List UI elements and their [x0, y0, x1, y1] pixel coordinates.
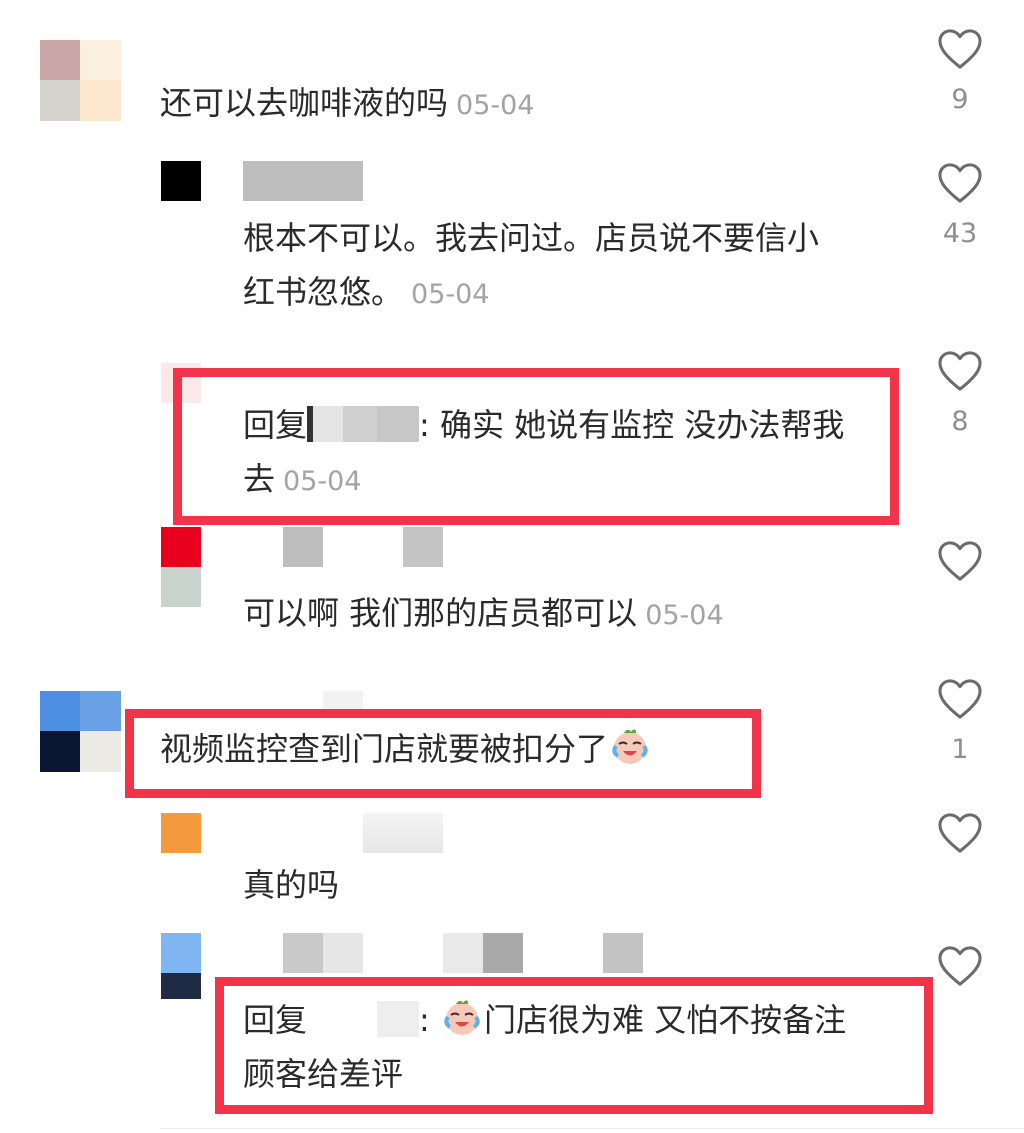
heart-outline-icon[interactable] [937, 812, 983, 854]
avatar[interactable] [40, 691, 121, 772]
comment-text: 真的吗 [243, 866, 340, 904]
username-blurred[interactable] [363, 813, 443, 853]
comment-date: 05-04 [411, 279, 490, 310]
heart-outline-icon[interactable] [937, 678, 983, 720]
divider [160, 1128, 1024, 1129]
like-count: 43 [942, 218, 978, 249]
highlight-box [173, 368, 899, 525]
comment-date: 05-04 [645, 600, 724, 631]
avatar[interactable] [161, 161, 201, 201]
username-blurred[interactable] [283, 527, 323, 567]
heart-outline-icon[interactable] [937, 540, 983, 582]
avatar[interactable] [161, 813, 201, 853]
username-blurred[interactable] [443, 933, 523, 973]
username-blurred[interactable] [603, 933, 643, 973]
heart-outline-icon[interactable] [937, 162, 983, 204]
comment-text: 还可以去咖啡液的吗 05-04 [160, 84, 535, 122]
comment-date: 05-04 [456, 90, 535, 121]
comment-text: 根本不可以。我去问过。店员说不要信小 红书忽悠。 05-04 [243, 219, 820, 311]
username-blurred[interactable] [243, 161, 363, 201]
heart-outline-icon[interactable] [937, 28, 983, 70]
avatar[interactable] [161, 933, 201, 999]
like-count: 1 [951, 734, 969, 765]
highlight-box [125, 709, 761, 798]
comment-text: 可以啊 我们那的店员都可以 05-04 [243, 594, 724, 632]
like-count: 9 [951, 84, 969, 115]
heart-outline-icon[interactable] [937, 350, 983, 392]
heart-outline-icon[interactable] [937, 945, 983, 987]
username-blurred[interactable] [283, 933, 363, 973]
avatar[interactable] [161, 527, 201, 607]
highlight-box [215, 977, 933, 1114]
username-blurred[interactable] [403, 527, 443, 567]
like-count: 8 [951, 406, 969, 437]
avatar[interactable] [40, 40, 121, 121]
